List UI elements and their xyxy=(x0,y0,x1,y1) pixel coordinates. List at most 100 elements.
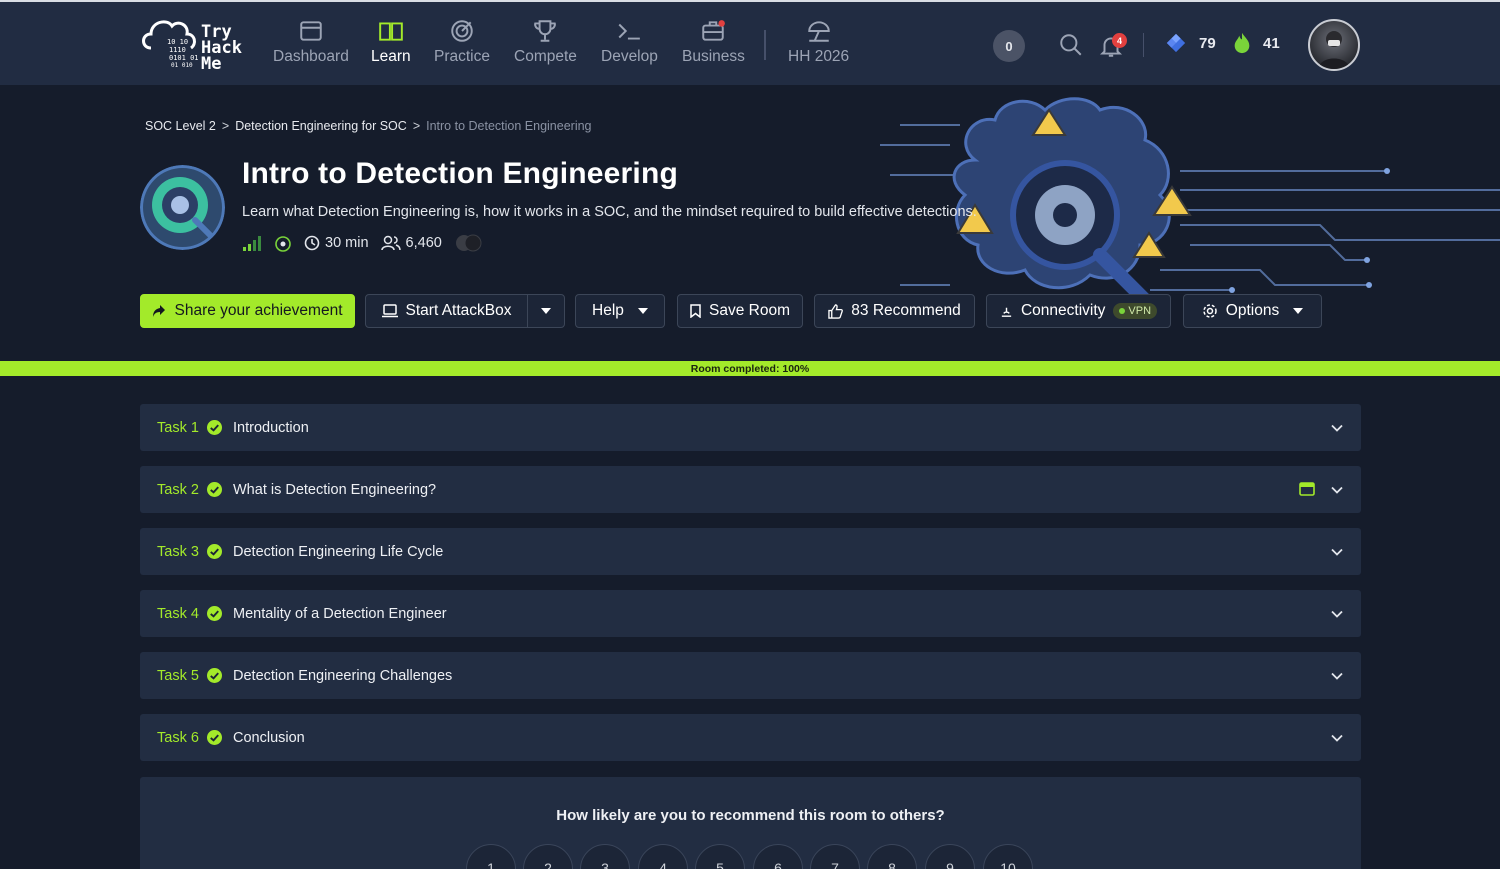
nav-dashboard[interactable]: Dashboard xyxy=(273,18,349,72)
search-icon[interactable] xyxy=(1058,32,1084,58)
breadcrumb-detection-engineering-for-soc[interactable]: Detection Engineering for SOC xyxy=(235,119,407,133)
nav-compete[interactable]: Compete xyxy=(514,18,577,72)
cloud-logo-icon: 10 10 1110 0101 01 01 010 xyxy=(142,20,199,69)
nav-compete-label: Compete xyxy=(514,48,577,65)
nav-practice[interactable]: Practice xyxy=(434,18,490,72)
room-description: Learn what Detection Engineering is, how… xyxy=(242,204,977,220)
bookmark-icon xyxy=(690,304,701,318)
points-stat[interactable]: 79 xyxy=(1165,32,1216,54)
chevron-down-icon[interactable] xyxy=(1330,669,1344,683)
task-title: What is Detection Engineering? xyxy=(233,481,437,498)
caret-down-icon xyxy=(541,308,551,314)
creator-avatars-icon[interactable] xyxy=(454,233,484,253)
clock-icon xyxy=(304,235,320,251)
avatar-portrait-icon xyxy=(1318,31,1350,69)
subscriber-icon xyxy=(275,236,291,252)
start-attackbox-button[interactable]: Start AttackBox xyxy=(365,294,528,328)
rating-option[interactable]: 3 xyxy=(580,844,630,869)
attackbox-label: Start AttackBox xyxy=(405,302,512,319)
room-title: Intro to Detection Engineering xyxy=(242,157,679,190)
rating-option[interactable]: 6 xyxy=(753,844,803,869)
vpn-label: VPN xyxy=(1128,305,1152,317)
briefcase-icon xyxy=(702,20,726,41)
vpn-status-dot xyxy=(1119,308,1126,314)
breadcrumb-soc-level-2[interactable]: SOC Level 2 xyxy=(145,119,216,133)
user-avatar[interactable] xyxy=(1308,19,1360,71)
breadcrumb-separator: > xyxy=(221,119,230,133)
points-value: 79 xyxy=(1199,34,1216,52)
task-title: Mentality of a Detection Engineer xyxy=(233,605,447,622)
book-icon xyxy=(379,22,403,41)
room-meta: 30 min 6,460 xyxy=(242,233,484,253)
recommend-survey: How likely are you to recommend this roo… xyxy=(140,777,1361,869)
rating-option[interactable]: 9 xyxy=(925,844,975,869)
save-label: Save Room xyxy=(709,302,790,319)
machine-window-icon[interactable] xyxy=(1299,481,1315,497)
rating-option[interactable]: 2 xyxy=(523,844,573,869)
options-button[interactable]: Options xyxy=(1183,294,1322,328)
check-circle-icon xyxy=(207,544,222,559)
terminal-icon xyxy=(618,23,641,40)
notification-count-badge: 4 xyxy=(1112,33,1127,48)
chevron-down-icon[interactable] xyxy=(1330,607,1344,621)
thumbs-up-icon xyxy=(828,303,844,319)
chevron-down-icon[interactable] xyxy=(1330,731,1344,745)
rating-option[interactable]: 7 xyxy=(810,844,860,869)
top-nav: 10 10 1110 0101 01 01 010 Try Hack Me Da… xyxy=(0,2,1500,85)
chevron-down-icon[interactable] xyxy=(1330,483,1344,497)
task-row[interactable]: Task 3 Detection Engineering Life Cycle xyxy=(140,528,1361,575)
zero-badge[interactable]: 0 xyxy=(993,30,1025,62)
task-row[interactable]: Task 5 Detection Engineering Challenges xyxy=(140,652,1361,699)
rating-option[interactable]: 10 xyxy=(983,844,1033,869)
umbrella-icon xyxy=(807,21,830,42)
svg-text:01 010: 01 010 xyxy=(171,62,193,69)
check-circle-icon xyxy=(207,482,222,497)
nav-business[interactable]: Business xyxy=(682,18,745,72)
target-icon xyxy=(451,20,473,42)
nav-hh2026[interactable]: HH 2026 xyxy=(788,18,849,72)
users-icon xyxy=(380,235,401,251)
task-row[interactable]: Task 6 Conclusion xyxy=(140,714,1361,761)
rating-option[interactable]: 8 xyxy=(867,844,917,869)
streak-value: 41 xyxy=(1263,34,1280,52)
recommend-button[interactable]: 83 Recommend xyxy=(814,294,975,328)
options-label: Options xyxy=(1225,302,1280,319)
task-row[interactable]: Task 1 Introduction xyxy=(140,404,1361,451)
progress-label: Room completed: 100% xyxy=(690,362,810,375)
task-number: Task 1 xyxy=(157,419,199,436)
users-value: 6,460 xyxy=(405,235,442,251)
recommend-question: How likely are you to recommend this roo… xyxy=(556,807,945,824)
svg-text:1110: 1110 xyxy=(169,46,186,54)
share-achievement-button[interactable]: Share your achievement xyxy=(140,294,355,328)
check-circle-icon xyxy=(207,730,222,745)
dashboard-icon xyxy=(300,21,322,41)
task-row[interactable]: Task 2 What is Detection Engineering? xyxy=(140,466,1361,513)
svg-text:10 10: 10 10 xyxy=(167,38,188,46)
nav-develop-label: Develop xyxy=(601,48,658,65)
check-circle-icon xyxy=(207,668,222,683)
task-row[interactable]: Task 4 Mentality of a Detection Engineer xyxy=(140,590,1361,637)
room-progress-bar: Room completed: 100% xyxy=(0,361,1500,376)
task-title: Detection Engineering Challenges xyxy=(233,667,453,684)
connectivity-button[interactable]: Connectivity VPN xyxy=(986,294,1171,328)
flame-icon xyxy=(1234,32,1250,54)
rating-option[interactable]: 5 xyxy=(695,844,745,869)
streak-stat[interactable]: 41 xyxy=(1233,32,1280,54)
rating-option[interactable]: 4 xyxy=(638,844,688,869)
duration: 30 min xyxy=(304,235,369,251)
nav-learn[interactable]: Learn xyxy=(371,18,411,72)
save-room-button[interactable]: Save Room xyxy=(677,294,803,328)
help-button[interactable]: Help xyxy=(575,294,665,328)
nav-hh2026-label: HH 2026 xyxy=(788,48,850,65)
tryhackme-logo[interactable]: 10 10 1110 0101 01 01 010 Try Hack Me xyxy=(139,12,251,76)
task-title: Detection Engineering Life Cycle xyxy=(233,543,444,560)
chevron-down-icon[interactable] xyxy=(1330,421,1344,435)
nav-develop[interactable]: Develop xyxy=(601,18,658,72)
room-badge-icon xyxy=(140,165,225,250)
attackbox-dropdown-button[interactable] xyxy=(527,294,565,328)
task-number: Task 6 xyxy=(157,729,199,746)
chevron-down-icon[interactable] xyxy=(1330,545,1344,559)
nav-divider-2 xyxy=(1143,33,1144,57)
breadcrumb-separator: > xyxy=(412,119,421,133)
rating-option[interactable]: 1 xyxy=(466,844,516,869)
